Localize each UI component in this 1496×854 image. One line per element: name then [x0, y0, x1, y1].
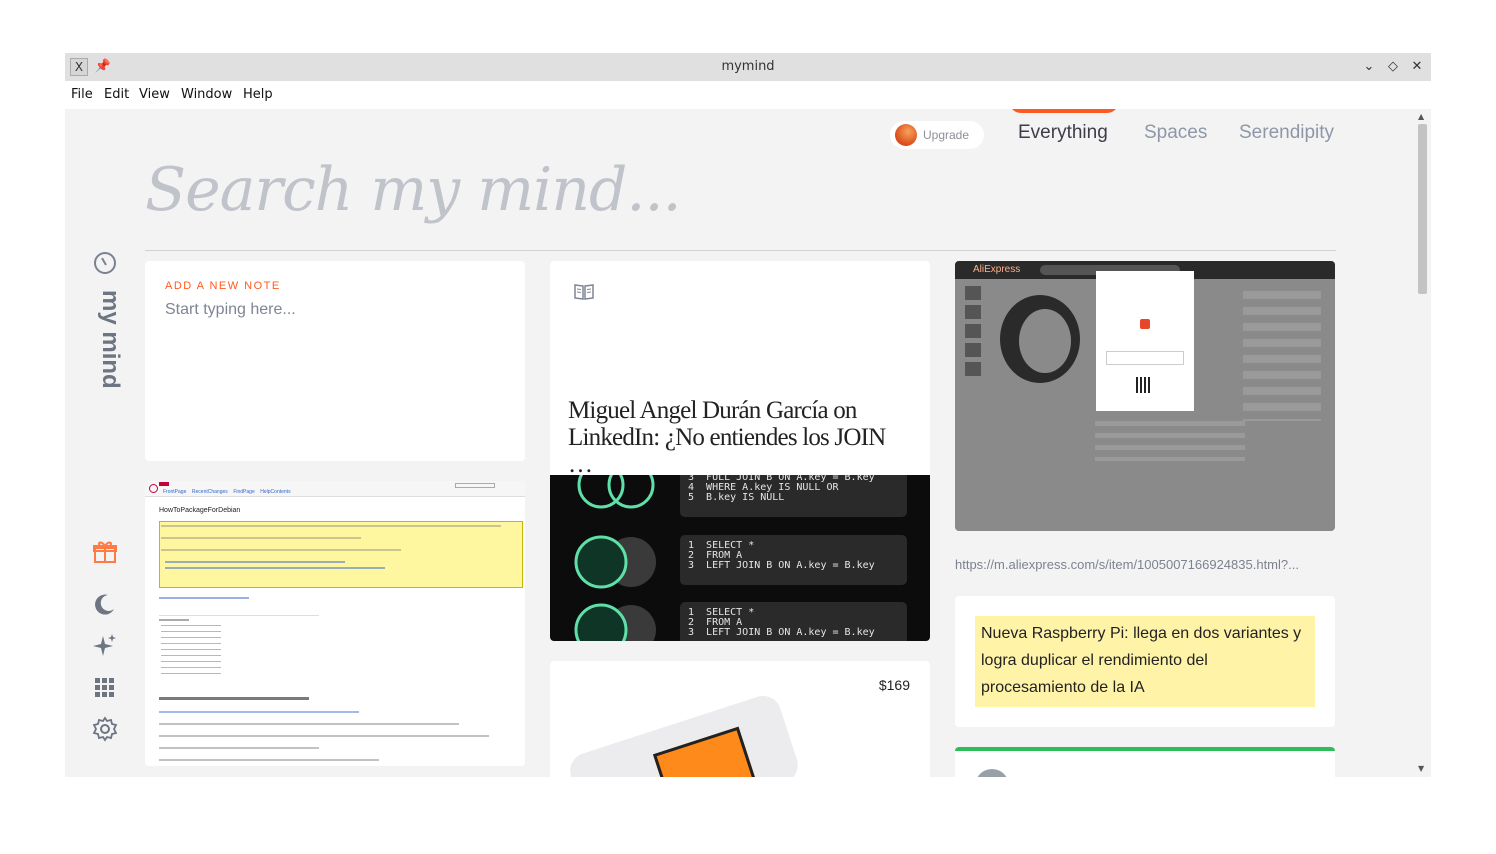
avatar: [895, 124, 917, 146]
scrollbar[interactable]: ▲ ▼: [1414, 109, 1431, 777]
note-label: ADD A NEW NOTE: [165, 280, 281, 292]
avatar: [975, 769, 1009, 777]
article-card[interactable]: Miguel Angel Durán García on LinkedIn: ¿…: [550, 261, 930, 641]
wiki-title: HowToPackageForDebian: [159, 507, 241, 514]
main-content: Upgrade Everything Spaces Serendipity Se…: [65, 109, 1431, 777]
captcha-modal: [1096, 271, 1194, 411]
scroll-up-arrow[interactable]: ▲: [1418, 112, 1424, 121]
search-divider: [145, 250, 1336, 251]
wiki-card[interactable]: FrontPage RecentChanges FindPage HelpCon…: [145, 481, 525, 766]
title-bar: X 📌 mymind ⌄ ◇ ✕: [65, 53, 1431, 81]
product-price: $169: [878, 677, 910, 693]
sparkles-icon[interactable]: [92, 633, 118, 659]
menu-bar: File Edit View Window Help: [65, 81, 1431, 109]
venn-diagram-full-join: [577, 475, 655, 509]
book-icon: [574, 284, 594, 300]
restore-icon[interactable]: ◇: [1384, 58, 1402, 76]
menu-edit[interactable]: Edit: [104, 87, 129, 102]
code-snippet-1: 3 FULL JOIN B ON A.key = B.key 4 WHERE A…: [680, 475, 907, 517]
wiki-screenshot: FrontPage RecentChanges FindPage HelpCon…: [145, 481, 525, 766]
venn-diagram-left-join: [574, 535, 656, 589]
ring-image: [1000, 295, 1080, 383]
scroll-thumb[interactable]: [1418, 124, 1427, 294]
menu-view[interactable]: View: [139, 87, 170, 102]
aliexpress-card[interactable]: AliExpress: [955, 261, 1335, 531]
accent-tab: [1009, 109, 1119, 113]
brand-text: my mind: [97, 290, 124, 389]
next-card[interactable]: [955, 747, 1335, 777]
quote-card[interactable]: Nueva Raspberry Pi: llega en dos variant…: [955, 596, 1335, 727]
logo-icon: [94, 252, 116, 274]
menu-window[interactable]: Window: [181, 87, 232, 102]
window-title: mymind: [721, 59, 775, 74]
moon-icon[interactable]: [92, 591, 118, 617]
quote-text: Nueva Raspberry Pi: llega en dos variant…: [975, 616, 1315, 707]
scroll-down-arrow[interactable]: ▼: [1418, 764, 1424, 773]
aliexpress-brand: AliExpress: [973, 264, 1021, 275]
gear-icon[interactable]: [92, 716, 118, 742]
article-image: 3 FULL JOIN B ON A.key = B.key 4 WHERE A…: [550, 475, 930, 641]
upgrade-button[interactable]: Upgrade: [890, 121, 984, 149]
grid-icon[interactable]: [92, 675, 118, 701]
aliexpress-url[interactable]: https://m.aliexpress.com/s/item/10050071…: [955, 557, 1299, 572]
tab-spaces[interactable]: Spaces: [1144, 122, 1207, 144]
menu-help[interactable]: Help: [243, 87, 273, 102]
product-card[interactable]: $169: [550, 661, 930, 777]
upgrade-label: Upgrade: [923, 128, 970, 142]
menu-file[interactable]: File: [71, 87, 93, 102]
app-window: X 📌 mymind ⌄ ◇ ✕ File Edit View Window H…: [65, 53, 1431, 777]
search-input[interactable]: Search my mind...: [145, 155, 682, 225]
code-snippet-2: 1 SELECT * 2 FROM A 3 LEFT JOIN B ON A.k…: [680, 535, 907, 585]
gift-icon[interactable]: [92, 539, 118, 565]
code-snippet-3: 1 SELECT * 2 FROM A 3 LEFT JOIN B ON A.k…: [680, 602, 907, 641]
close-icon[interactable]: ✕: [1408, 58, 1426, 76]
note-card[interactable]: ADD A NEW NOTE: [145, 261, 525, 461]
note-input[interactable]: [165, 301, 485, 319]
article-title: Miguel Angel Durán García on LinkedIn: ¿…: [568, 397, 886, 478]
venn-diagram-left-join-2: [574, 603, 656, 641]
tab-everything[interactable]: Everything: [1018, 122, 1108, 144]
tab-serendipity[interactable]: Serendipity: [1239, 122, 1334, 144]
chevron-down-icon[interactable]: ⌄: [1360, 58, 1378, 76]
